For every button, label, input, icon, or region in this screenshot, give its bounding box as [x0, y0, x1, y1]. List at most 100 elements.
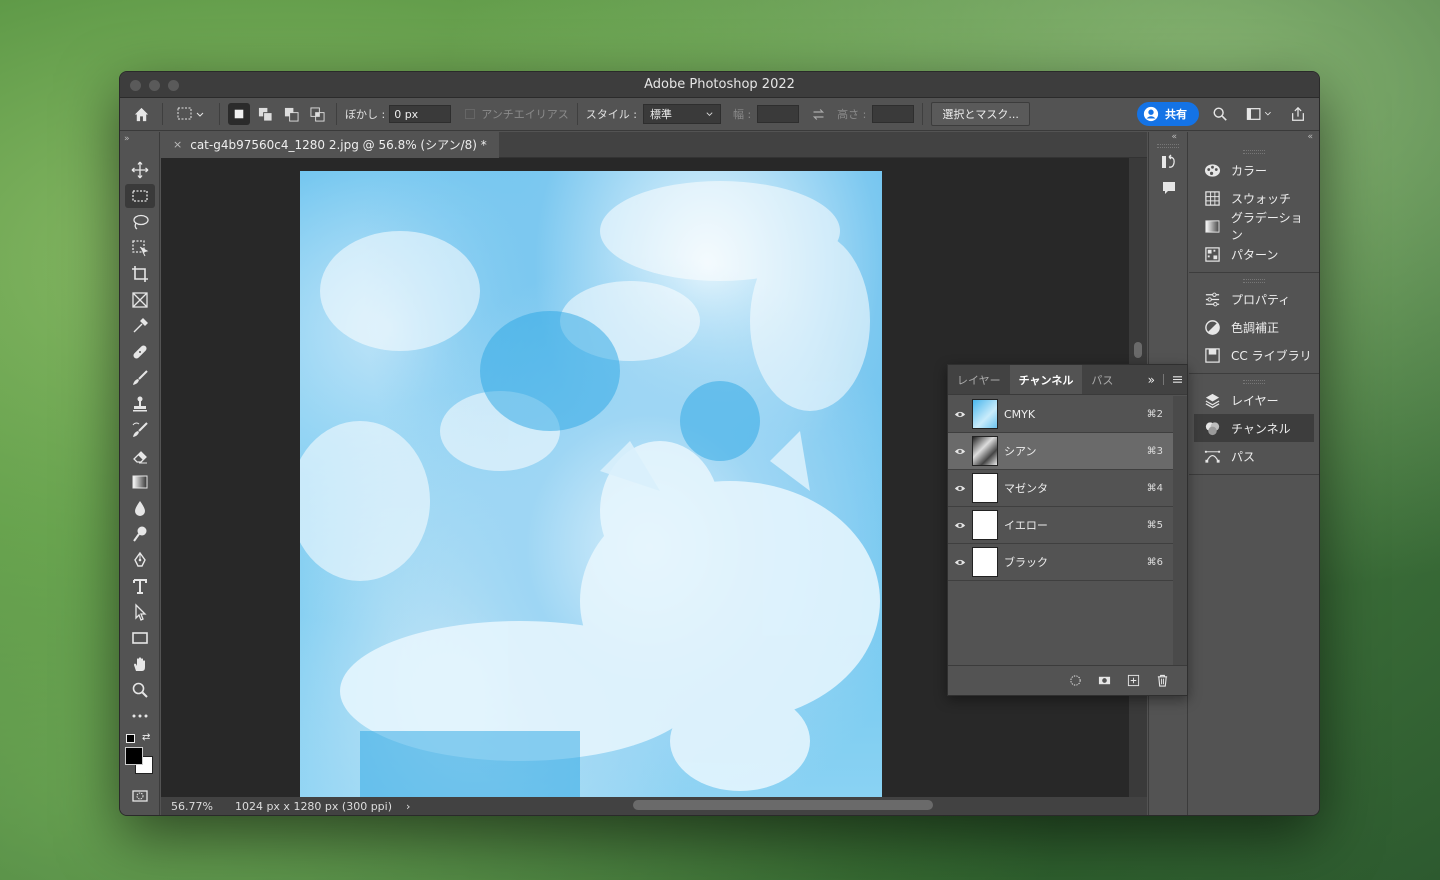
move-tool-icon[interactable] — [125, 158, 155, 182]
panel-paths[interactable]: パス — [1194, 442, 1314, 470]
healing-brush-tool-icon[interactable] — [125, 340, 155, 364]
visibility-eye-icon[interactable] — [948, 447, 972, 456]
panel-color[interactable]: カラー — [1194, 156, 1314, 184]
pattern-icon — [1205, 246, 1220, 262]
add-selection-icon[interactable] — [254, 103, 276, 125]
swap-icon[interactable] — [805, 102, 831, 126]
gradient-tool-icon[interactable] — [125, 470, 155, 494]
channel-row-magenta[interactable]: マゼンタ ⌘4 — [948, 470, 1173, 507]
vertical-scroll-thumb[interactable] — [1134, 342, 1142, 358]
close-window-button[interactable] — [130, 80, 141, 91]
panel-adjustments-label: 色調補正 — [1231, 320, 1280, 335]
comments-panel-icon[interactable] — [1154, 176, 1184, 200]
marquee-tool-icon[interactable] — [125, 184, 155, 208]
save-selection-icon[interactable] — [1098, 674, 1111, 687]
panel-gradients[interactable]: グラデーション — [1194, 211, 1314, 242]
clone-stamp-tool-icon[interactable] — [125, 392, 155, 416]
panel-libraries[interactable]: CC ライブラリ — [1194, 341, 1314, 369]
panel-adjustments[interactable]: 色調補正 — [1194, 313, 1314, 341]
panel-channels[interactable]: チャンネル — [1194, 414, 1314, 442]
foreground-color-swatch[interactable] — [125, 747, 143, 765]
quick-mask-icon[interactable] — [125, 784, 155, 808]
intersect-selection-icon[interactable] — [306, 103, 328, 125]
document-tab[interactable]: × cat-g4b97560c4_1280 2.jpg @ 56.8% (シアン… — [161, 131, 499, 158]
more-tools-icon[interactable] — [125, 704, 155, 728]
select-and-mask-button[interactable]: 選択とマスク... — [931, 102, 1030, 126]
rectangle-tool-icon[interactable] — [125, 626, 155, 650]
default-colors-icon[interactable] — [126, 734, 135, 743]
antialias-checkbox[interactable] — [465, 109, 476, 119]
close-tab-icon[interactable]: × — [173, 138, 182, 151]
visibility-eye-icon[interactable] — [948, 521, 972, 530]
channel-thumbnail — [972, 436, 998, 466]
cat-photo-cyan-channel[interactable] — [300, 171, 882, 797]
tab-paths[interactable]: パス — [1082, 365, 1122, 394]
panel-layers[interactable]: レイヤー — [1194, 386, 1314, 414]
eraser-tool-icon[interactable] — [125, 444, 155, 468]
visibility-eye-icon[interactable] — [948, 410, 972, 419]
channel-row-black[interactable]: ブラック ⌘6 — [948, 544, 1173, 581]
workspace-icon[interactable] — [1241, 102, 1277, 126]
panel-expand-icon[interactable]: » — [1144, 365, 1159, 394]
history-panel-icon[interactable] — [1154, 150, 1184, 174]
path-selection-tool-icon[interactable] — [125, 600, 155, 624]
blur-tool-icon[interactable] — [125, 496, 155, 520]
feather-input[interactable]: 0 px — [389, 105, 452, 123]
expand-tools-icon[interactable]: » — [120, 132, 159, 144]
width-input[interactable] — [757, 105, 800, 123]
window-title: Adobe Photoshop 2022 — [644, 77, 795, 92]
channel-shortcut: ⌘6 — [1146, 556, 1163, 568]
frame-tool-icon[interactable] — [125, 288, 155, 312]
document-dimensions: 1024 px x 1280 px (300 ppi) — [234, 799, 393, 813]
channel-shortcut: ⌘3 — [1146, 445, 1163, 457]
swap-colors-icon[interactable]: ⇄ — [142, 732, 150, 743]
share-button[interactable]: 共有 — [1137, 102, 1199, 126]
minimize-window-button[interactable] — [149, 80, 160, 91]
export-icon[interactable] — [1285, 102, 1311, 126]
visibility-eye-icon[interactable] — [948, 484, 972, 493]
channel-name: CMYK — [1004, 407, 1036, 421]
channel-row-yellow[interactable]: イエロー ⌘5 — [948, 507, 1173, 544]
panel-swatches[interactable]: スウォッチ — [1194, 184, 1314, 212]
type-tool-icon[interactable] — [125, 574, 155, 598]
document-tab-bar: × cat-g4b97560c4_1280 2.jpg @ 56.8% (シアン… — [161, 131, 1147, 158]
hand-tool-icon[interactable] — [125, 652, 155, 676]
eyedropper-tool-icon[interactable] — [125, 314, 155, 338]
pen-tool-icon[interactable] — [125, 548, 155, 572]
dodge-tool-icon[interactable] — [125, 522, 155, 546]
feather-label: ぼかし : — [345, 108, 386, 121]
load-selection-icon[interactable] — [1069, 674, 1082, 687]
subtract-selection-icon[interactable] — [280, 103, 302, 125]
trash-icon[interactable] — [1156, 674, 1169, 687]
panel-patterns[interactable]: パターン — [1194, 240, 1314, 268]
brush-tool-icon[interactable] — [125, 366, 155, 390]
tab-layers[interactable]: レイヤー — [948, 365, 1010, 394]
new-selection-icon[interactable] — [228, 103, 250, 125]
channel-row-cmyk[interactable]: CMYK ⌘2 — [948, 396, 1173, 433]
status-menu-arrow[interactable]: › — [406, 800, 410, 813]
share-label: 共有 — [1165, 108, 1187, 121]
panel-menu-icon[interactable] — [1168, 365, 1187, 394]
zoom-level[interactable]: 56.77% — [171, 800, 213, 813]
object-selection-tool-icon[interactable] — [125, 236, 155, 260]
lasso-tool-icon[interactable] — [125, 210, 155, 234]
crop-tool-icon[interactable] — [125, 262, 155, 286]
zoom-tool-icon[interactable] — [125, 678, 155, 702]
new-channel-icon[interactable] — [1127, 674, 1140, 687]
channel-row-cyan[interactable]: シアン ⌘3 — [948, 433, 1173, 470]
zoom-window-button[interactable] — [168, 80, 179, 91]
history-brush-tool-icon[interactable] — [125, 418, 155, 442]
tab-channels[interactable]: チャンネル — [1009, 365, 1083, 394]
style-select[interactable]: 標準 — [642, 104, 721, 124]
marquee-preset-icon[interactable] — [171, 102, 211, 126]
horizontal-scroll-thumb[interactable] — [633, 800, 933, 810]
visibility-eye-icon[interactable] — [948, 558, 972, 567]
channel-list-scrollbar[interactable] — [1173, 396, 1187, 665]
properties-icon — [1205, 292, 1220, 306]
height-input[interactable] — [872, 105, 915, 123]
collapse-panels-icon[interactable]: « — [1189, 132, 1319, 144]
home-icon[interactable] — [128, 102, 154, 126]
collapse-strip-icon[interactable]: « — [1149, 132, 1187, 144]
search-icon[interactable] — [1207, 102, 1233, 126]
panel-properties[interactable]: プロパティ — [1194, 285, 1314, 313]
